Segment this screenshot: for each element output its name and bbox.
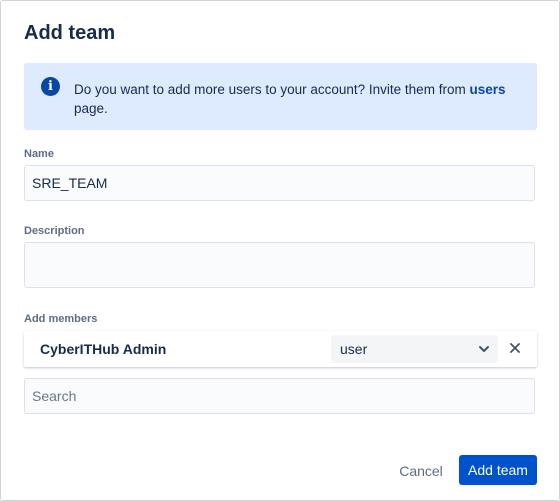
info-icon: i	[41, 77, 60, 96]
close-icon[interactable]	[507, 340, 523, 356]
info-text-after: page.	[74, 101, 108, 116]
info-message: Do you want to add more users to your ac…	[74, 80, 514, 118]
role-dropdown[interactable]: user	[331, 335, 498, 363]
info-text-before: Do you want to add more users to your ac…	[74, 82, 470, 97]
dialog-title: Add team	[24, 22, 116, 44]
users-link[interactable]: users	[469, 82, 505, 97]
member-name: CyberITHub Admin	[40, 341, 167, 357]
name-label: Name	[24, 148, 54, 160]
member-row: CyberITHub Admin user	[24, 331, 537, 367]
add-members-label: Add members	[24, 313, 98, 325]
role-value: user	[340, 341, 368, 357]
description-label: Description	[24, 225, 85, 237]
description-input[interactable]	[24, 242, 535, 288]
add-team-button[interactable]: Add team	[459, 455, 537, 485]
name-input[interactable]	[24, 165, 535, 201]
search-input[interactable]	[24, 378, 535, 414]
add-team-dialog: Add team i Do you want to add more users…	[0, 0, 560, 501]
chevron-down-icon	[479, 346, 489, 352]
info-banner: i Do you want to add more users to your …	[24, 63, 537, 130]
cancel-button[interactable]: Cancel	[393, 459, 449, 483]
